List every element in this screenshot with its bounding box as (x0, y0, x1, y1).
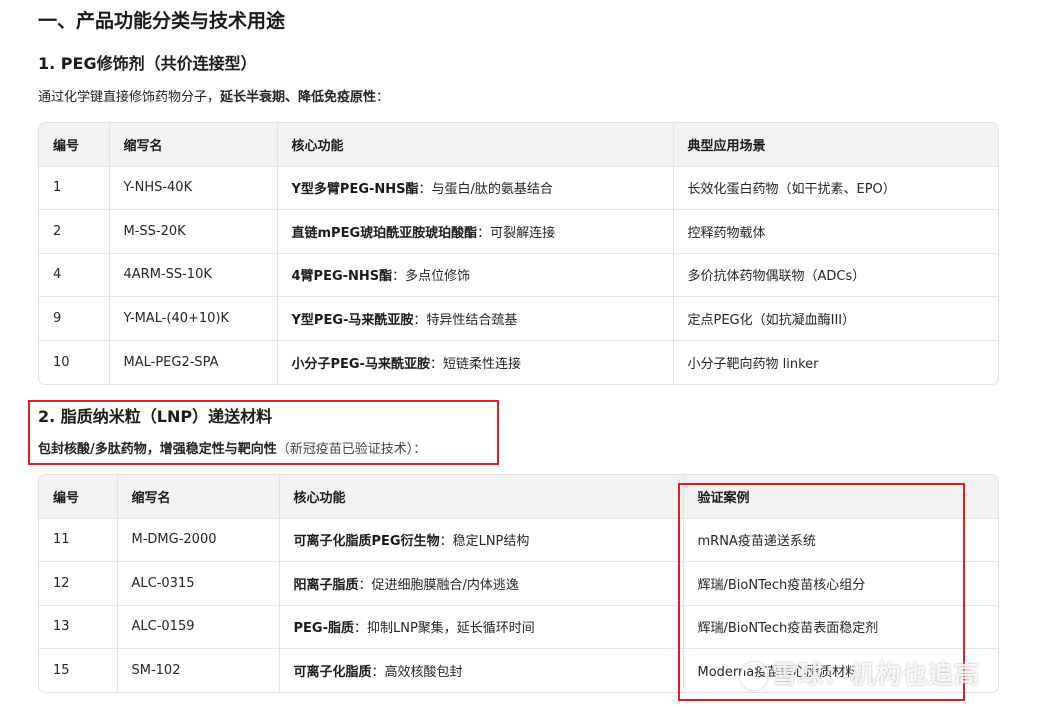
cell-application: 定点PEG化（如抗凝血酶III） (672, 296, 998, 340)
cell-number: 1 (53, 180, 62, 196)
column-header-number: 编号 (39, 475, 117, 519)
cell-function: 阳离子脂质：促进细胞膜融合/内体逃逸 (278, 561, 683, 605)
cell-function: 可离子化脂质PEG衍生物：稳定LNP结构 (278, 518, 683, 562)
page-heading: 一、产品功能分类与技术用途 (38, 10, 286, 32)
table-header-row: 编号 缩写名 核心功能 典型应用场景 (39, 123, 998, 167)
function-name: 4臂PEG-NHS酯 (291, 269, 393, 285)
table-row: 10 MAL-PEG2-SPA 小分子PEG-马来酰亚胺：短链柔性连接 小分子靶… (39, 339, 998, 384)
peg-modifier-table: 编号 缩写名 核心功能 典型应用场景 1 Y-NHS-40K Y型多臂PEG-N… (38, 122, 999, 385)
cell-function: 小分子PEG-马来酰亚胺：短链柔性连接 (276, 339, 673, 384)
function-name: 小分子PEG-马来酰亚胺 (291, 356, 430, 372)
cell-abbr: ALC-0159 (116, 604, 279, 649)
table-row: 2 M-SS-20K 直链mPEG琥珀酰亚胺琥珀酸酯：可裂解连接 控释药物载体 (39, 209, 998, 253)
cell-abbr: Y-MAL-(40+10)K (108, 296, 277, 340)
function-desc: ：稳定LNP结构 (439, 534, 530, 550)
function-name: PEG-脂质 (293, 621, 354, 637)
function-name: 直链mPEG琥珀酰亚胺琥珀酸酯 (291, 225, 478, 241)
section1-intro-plain: 通过化学键直接修饰药物分子， (38, 90, 221, 105)
cell-abbr: 4ARM-SS-10K (108, 252, 277, 297)
cell-function: 4臂PEG-NHS酯：多点位修饰 (276, 252, 673, 297)
section1-intro-bold: 延长半衰期、降低免疫原性 (220, 90, 377, 105)
function-name: 可离子化脂质PEG衍生物 (293, 534, 440, 550)
function-desc: ：多点位修饰 (392, 269, 471, 285)
cell-number: 11 (53, 532, 70, 548)
table-row: 4 4ARM-SS-10K 4臂PEG-NHS酯：多点位修饰 多价抗体药物偶联物… (39, 252, 998, 297)
cell-abbr: M-SS-20K (108, 209, 277, 253)
cell-application: 长效化蛋白药物（如干扰素、EPO） (672, 166, 998, 210)
cell-function: 可离子化脂质：高效核酸包封 (278, 648, 683, 692)
cell-application: 小分子靶向药物 linker (672, 339, 998, 384)
cell-number: 9 (39, 296, 109, 340)
function-desc: ：特异性结合巯基 (413, 312, 518, 328)
function-name: Y型PEG-马来酰亚胺 (291, 312, 414, 328)
function-name: 阳离子脂质 (293, 577, 359, 593)
function-desc: ：促进细胞膜融合/内体逃逸 (358, 577, 519, 593)
highlight-box-section2-title (28, 400, 499, 465)
cell-number: 2 (39, 209, 109, 253)
cell-number: 15 (39, 648, 117, 692)
cell-number: 10 (39, 339, 109, 384)
function-name: Y型多臂PEG-NHS酯 (291, 182, 419, 198)
cell-function: 直链mPEG琥珀酰亚胺琥珀酸酯：可裂解连接 (276, 209, 673, 253)
cell-abbr: M-DMG-2000 (116, 518, 279, 562)
function-name: 可离子化脂质 (293, 665, 372, 680)
watermark: 雪球：机构也追高 (740, 655, 980, 691)
column-header-abbr: 缩写名 (108, 123, 277, 167)
cell-abbr: ALC-0315 (116, 561, 279, 605)
cell-application: 多价抗体药物偶联物（ADCs） (672, 252, 998, 297)
section1-intro-end: ： (376, 90, 390, 105)
function-desc: ：抑制LNP聚集，延长循环时间 (353, 621, 535, 637)
cell-abbr: MAL-PEG2-SPA (108, 339, 277, 384)
column-header-number: 编号 (39, 123, 109, 167)
function-desc: ：短链柔性连接 (429, 356, 521, 372)
cell-number: 13 (39, 604, 117, 649)
function-desc: ：高效核酸包封 (371, 665, 463, 680)
column-header-function: 核心功能 (276, 123, 673, 167)
cell-function: PEG-脂质：抑制LNP聚集，延长循环时间 (278, 604, 683, 649)
function-desc: ：与蛋白/肽的氨基结合 (418, 182, 553, 198)
column-header-function: 核心功能 (278, 475, 683, 519)
column-header-application: 典型应用场景 (672, 123, 998, 167)
function-desc: ：可裂解连接 (477, 225, 556, 241)
watermark-text: 雪球：机构也追高 (772, 660, 981, 689)
cell-number: 12 (39, 561, 117, 605)
cell-function: Y型PEG-马来酰亚胺：特异性结合巯基 (276, 296, 673, 340)
table-row: 1 Y-NHS-40K Y型多臂PEG-NHS酯：与蛋白/肽的氨基结合 长效化蛋… (39, 166, 998, 210)
cell-application: 控释药物载体 (672, 209, 998, 253)
cell-abbr: Y-NHS-40K (108, 166, 277, 210)
cell-abbr: SM-102 (116, 648, 279, 692)
cell-number: 4 (39, 252, 109, 297)
section1-intro: 通过化学键直接修饰药物分子，延长半衰期、降低免疫原性： (38, 86, 389, 105)
column-header-abbr: 缩写名 (116, 475, 279, 519)
snowball-logo-icon (740, 662, 768, 690)
cell-function: Y型多臂PEG-NHS酯：与蛋白/肽的氨基结合 (276, 166, 673, 210)
section1-title: 1. PEG修饰剂（共价连接型） (38, 54, 257, 73)
table-row: 9 Y-MAL-(40+10)K Y型PEG-马来酰亚胺：特异性结合巯基 定点P… (39, 296, 998, 340)
